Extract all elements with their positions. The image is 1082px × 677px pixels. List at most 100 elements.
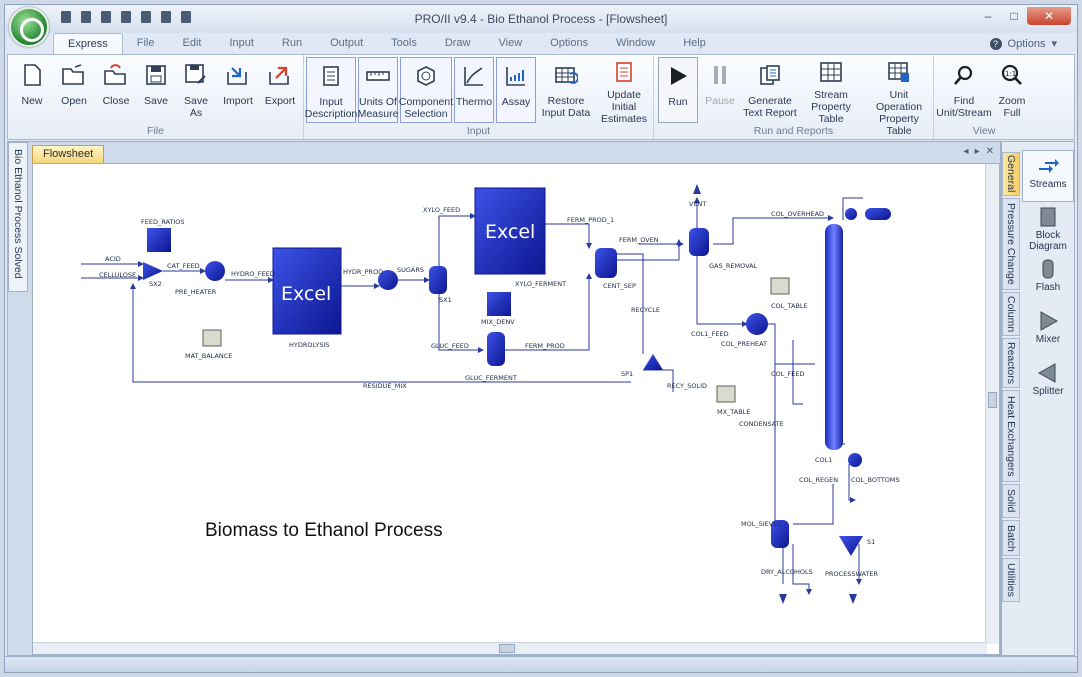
vertical-scroll-thumb[interactable] [988,392,997,408]
tab-tools[interactable]: Tools [377,33,431,55]
update-estimates-button[interactable]: Update Initial Estimates [594,57,654,125]
save-as-button[interactable]: Save As [178,57,214,123]
palette-tab-pressure-change[interactable]: Pressure Change [1002,198,1020,290]
input-description-button[interactable]: Input Description [305,57,357,123]
thermo-curve-icon [464,67,483,86]
document-icon [323,66,339,86]
assay-label: Assay [501,96,531,108]
options-dropdown[interactable]: Options [1008,38,1046,50]
project-tree-tab[interactable]: Bio Ethanol Process Solved [8,142,28,292]
close-doc-icon[interactable]: ✕ [986,146,994,157]
help-icon[interactable]: ? [989,37,1002,50]
distillation-column-col1[interactable] [825,224,843,450]
find-unit-stream-button[interactable]: Find Unit/Stream [936,57,992,123]
palette-item-streams[interactable]: Streams [1022,150,1074,202]
tab-options[interactable]: Options [536,33,602,55]
mx-table-icon[interactable] [716,385,736,403]
horizontal-scroll-thumb[interactable] [499,644,515,653]
application-menu-button[interactable] [9,7,49,47]
restore-input-button[interactable]: Restore Input Data [540,57,592,123]
scroll-right-icon[interactable]: ▸ [975,146,980,157]
report-icon [760,65,780,85]
palette-tab-solid[interactable]: Solid [1002,484,1020,518]
gas-removal-unit[interactable] [689,228,709,256]
pause-button[interactable]: Pause [700,57,740,123]
new-button[interactable]: New [14,57,50,123]
zoom-label-2: Full [1003,107,1021,119]
gluc-ferment-unit[interactable] [487,332,505,366]
export-button[interactable]: Export [260,57,300,123]
col-table-icon[interactable] [770,277,790,295]
stream-label-acid: ACID [105,255,121,263]
tab-run[interactable]: Run [268,33,316,55]
tab-input[interactable]: Input [215,33,267,55]
assay-button[interactable]: Assay [496,57,536,123]
ribbon-group-run: Run Pause Generate Text Report Stream Pr… [654,55,934,139]
pause-icon [714,66,726,84]
save-button[interactable]: Save [138,57,174,123]
palette-tab-general[interactable]: General [1002,152,1020,196]
generate-report-button[interactable]: Generate Text Report [742,57,798,123]
palette-item-mixer[interactable]: Mixer [1022,306,1074,358]
tab-view[interactable]: View [485,33,537,55]
sx1-flash-unit[interactable] [429,266,447,294]
ruler-icon [366,71,390,81]
palette-item-splitter[interactable]: Splitter [1022,358,1074,410]
stream-table-label-2: Property Table [811,101,851,125]
component-selection-button[interactable]: Component Selection [398,57,454,123]
mat-balance-calc-icon[interactable] [147,228,171,252]
tab-help[interactable]: Help [669,33,720,55]
group-label-run: Run and Reports [753,125,834,137]
tab-flowsheet[interactable]: Flowsheet [32,145,105,163]
tab-edit[interactable]: Edit [168,33,215,55]
stream-property-table-button[interactable]: Stream Property Table [800,57,862,125]
palette-tab-heat-exchangers[interactable]: Heat Exchangers [1002,390,1020,482]
component-label-1: Component [398,96,454,108]
tab-output[interactable]: Output [316,33,377,55]
vertical-scrollbar[interactable] [985,164,999,644]
reflux-drum-unit[interactable] [865,208,891,220]
unit-op-property-table-button[interactable]: Unit Operation Property Table [866,57,932,137]
mix-calc-icon[interactable] [487,292,511,316]
import-button[interactable]: Import [218,57,258,123]
palette-tab-column[interactable]: Column [1002,292,1020,336]
horizontal-scrollbar[interactable] [33,642,987,654]
flowsheet-canvas[interactable]: Excel Excel ACID CELLULOSE FEED_RATIOS C… [32,163,1000,655]
unit-label-pre-heater: PRE_HEATER [175,288,217,296]
close-button[interactable]: ✕ [1027,7,1071,25]
maximize-button[interactable]: □ [1001,7,1027,25]
flowsheet-caption: Biomass to Ethanol Process [205,520,443,541]
open-button[interactable]: Open [54,57,94,123]
stream-label-hydro-feed: HYDRO_FEED [231,270,275,278]
run-button[interactable]: Run [658,57,698,123]
splitter-sp1-unit[interactable] [643,354,663,370]
tab-window[interactable]: Window [602,33,669,55]
tab-file[interactable]: File [123,33,169,55]
restore-table-icon [555,67,578,84]
scroll-left-icon[interactable]: ◂ [964,146,969,157]
flowsheet-diagram[interactable]: Excel Excel ACID CELLULOSE FEED_RATIOS C… [33,164,987,644]
palette-tab-reactors[interactable]: Reactors [1002,338,1020,388]
pre-heater-unit[interactable] [205,261,225,281]
unit-op-label-1: Unit Operation [875,89,923,113]
stream-label-xylo-feed: XYLO_FEED [423,206,460,214]
close-file-button[interactable]: Close [96,57,136,123]
units-of-measure-button[interactable]: Units Of Measure [358,57,398,123]
play-icon [671,67,687,85]
col-preheat-unit[interactable] [746,313,768,335]
tab-express[interactable]: Express [53,33,123,55]
reboiler-unit[interactable] [848,453,862,467]
thermo-button[interactable]: Thermo [454,57,494,123]
palette-item-flash[interactable]: Flash [1022,254,1074,306]
zoom-full-button[interactable]: 1:1 Zoom Full [992,57,1032,123]
palette-tab-utilities[interactable]: Utilities [1002,558,1020,602]
mat-balance-table-icon[interactable] [202,329,222,347]
chevron-down-icon[interactable]: ▾ [1051,37,1057,50]
centrifuge-unit[interactable] [595,248,617,278]
palette-item-block-diagram[interactable]: Block Diagram [1022,202,1074,254]
condenser-unit[interactable] [845,208,857,220]
mixer-unit[interactable] [143,262,163,280]
tab-draw[interactable]: Draw [431,33,485,55]
minimize-button[interactable]: – [975,7,1001,25]
palette-tab-batch[interactable]: Batch [1002,520,1020,556]
